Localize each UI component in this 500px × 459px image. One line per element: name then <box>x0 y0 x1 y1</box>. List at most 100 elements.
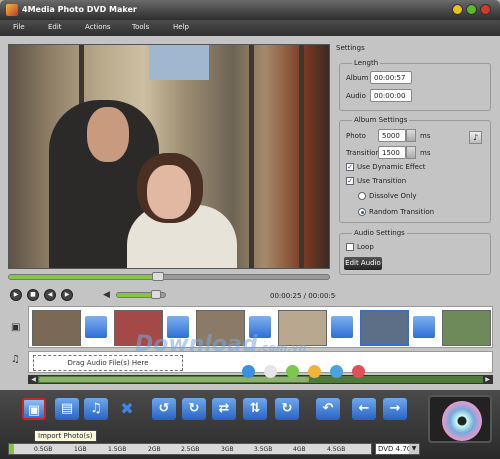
effect-dropdown-button[interactable]: ↻ <box>275 398 299 420</box>
loop-label: Loop <box>357 243 374 251</box>
audio-length-field[interactable]: 00:00:00 <box>370 89 412 102</box>
album-length-field[interactable]: 00:00:57 <box>370 71 412 84</box>
menu-actions[interactable]: Actions <box>85 23 111 31</box>
watermark-dot <box>242 365 255 378</box>
random-transition-label: Random Transition <box>369 208 435 216</box>
volume-icon: ◀ <box>103 290 110 300</box>
capacity-tick: 2.5GB <box>181 446 200 453</box>
move-left-button[interactable]: ← <box>352 398 376 420</box>
settings-panel: Settings Length Album 00:00:57 Audio 00:… <box>336 44 494 302</box>
dissolve-only-label: Dissolve Only <box>369 192 417 200</box>
disc-type-value: DVD 4.7G <box>378 445 413 453</box>
add-music-button[interactable]: ♫ <box>84 398 108 420</box>
window-title: 4Media Photo DVD Maker <box>22 5 137 14</box>
photo-woman-face <box>147 165 191 219</box>
capacity-tick: 3GB <box>221 446 234 453</box>
volume-slider[interactable] <box>116 290 166 299</box>
delete-icon[interactable]: ✖ <box>115 398 139 420</box>
menu-tools[interactable]: Tools <box>132 23 149 31</box>
watermark-dot <box>352 365 365 378</box>
settings-title: Settings <box>336 44 365 52</box>
burn-button[interactable] <box>428 395 492 443</box>
next-icon[interactable]: ▶ <box>61 289 73 301</box>
photo-sky <box>149 45 209 80</box>
minimize-button[interactable] <box>452 4 463 15</box>
dissolve-only-radio[interactable] <box>358 192 366 200</box>
photo-duration-stepper[interactable] <box>406 129 416 142</box>
maximize-button[interactable] <box>466 4 477 15</box>
flip-horizontal-button[interactable]: ⇄ <box>212 398 236 420</box>
dynamic-effect-checkbox[interactable]: ✓ <box>346 163 354 171</box>
transition-icon[interactable] <box>331 316 353 338</box>
photo-duration-label: Photo <box>346 132 366 140</box>
disc-capacity-bar: 0.5GB 1GB 1.5GB 2GB 2.5GB 3GB 3.5GB 4GB … <box>8 443 372 455</box>
add-folder-button[interactable]: ▤ <box>55 398 79 420</box>
import-photo-tooltip: Import Photo(s) <box>34 430 97 442</box>
length-group: Length Album 00:00:57 Audio 00:00:00 <box>339 59 491 111</box>
capacity-tick: 1GB <box>74 446 87 453</box>
length-title: Length <box>352 59 381 67</box>
import-photo-button[interactable]: ▣ <box>22 398 46 420</box>
play-icon[interactable]: ▶ <box>10 289 22 301</box>
rotate-right-button[interactable]: ↻ <box>182 398 206 420</box>
audio-length-label: Audio <box>346 92 366 100</box>
transition-icon[interactable] <box>85 316 107 338</box>
audio-track-icon: ♫ <box>11 354 20 365</box>
music-note-icon[interactable]: ♪ <box>469 131 482 144</box>
capacity-tick: 4GB <box>293 446 306 453</box>
watermark-dot <box>330 365 343 378</box>
capacity-tick: 4.5GB <box>327 446 346 453</box>
loop-checkbox[interactable] <box>346 243 354 251</box>
dvd-disc-icon <box>442 401 482 441</box>
edit-audio-button[interactable]: Edit Audio <box>344 257 382 270</box>
menu-file[interactable]: File <box>13 23 25 31</box>
seek-progress <box>9 275 153 279</box>
watermark-dot <box>308 365 321 378</box>
menu-help[interactable]: Help <box>173 23 189 31</box>
move-right-button[interactable]: → <box>383 398 407 420</box>
disc-type-select[interactable]: DVD 4.7G ▼ <box>375 443 420 455</box>
watermark: Download.com.vn <box>135 332 307 357</box>
photo-pole <box>249 45 254 268</box>
drag-audio-dropzone[interactable]: Drag Audio File(s) Here <box>33 355 183 371</box>
volume-handle[interactable] <box>151 290 161 299</box>
app-logo-icon <box>6 4 18 16</box>
photo-man-face <box>87 107 129 162</box>
watermark-text: Download <box>135 332 258 357</box>
transition-duration-field[interactable]: 1500 <box>378 146 406 159</box>
undo-button[interactable]: ↶ <box>316 398 340 420</box>
watermark-dot <box>286 365 299 378</box>
scroll-left-icon[interactable]: ◀ <box>29 376 38 383</box>
album-length-label: Album <box>346 74 369 82</box>
stop-icon[interactable]: ■ <box>27 289 39 301</box>
photo-duration-unit: ms <box>420 132 431 140</box>
seek-handle[interactable] <box>152 272 164 281</box>
capacity-used <box>9 444 15 454</box>
dynamic-effect-label: Use Dynamic Effect <box>357 163 426 171</box>
photo-thumbnail-selected[interactable] <box>360 310 409 346</box>
rotate-left-button[interactable]: ↺ <box>152 398 176 420</box>
watermark-dot <box>264 365 277 378</box>
photo-thumbnail[interactable] <box>32 310 81 346</box>
menu-bar: File Edit Actions Tools Help <box>0 20 500 36</box>
chevron-down-icon[interactable]: ▼ <box>409 444 419 454</box>
audio-settings-title: Audio Settings <box>352 229 407 237</box>
storyboard-scrollbar[interactable]: ◀ ▶ <box>28 375 493 384</box>
transition-duration-label: Transition <box>346 149 380 157</box>
close-button[interactable] <box>480 4 491 15</box>
transition-icon[interactable] <box>413 316 435 338</box>
capacity-tick: 0.5GB <box>34 446 53 453</box>
scroll-right-icon[interactable]: ▶ <box>483 376 492 383</box>
previous-icon[interactable]: ◀ <box>44 289 56 301</box>
photo-thumbnail[interactable] <box>442 310 491 346</box>
watermark-suffix: .com.vn <box>257 341 307 354</box>
use-transition-checkbox[interactable]: ✓ <box>346 177 354 185</box>
menu-edit[interactable]: Edit <box>48 23 62 31</box>
transition-duration-stepper[interactable] <box>406 146 416 159</box>
title-bar: 4Media Photo DVD Maker <box>0 0 500 20</box>
photo-duration-field[interactable]: 5000 <box>378 129 406 142</box>
random-transition-radio[interactable] <box>358 208 366 216</box>
capacity-tick: 3.5GB <box>254 446 273 453</box>
seek-bar[interactable] <box>8 272 330 281</box>
flip-vertical-button[interactable]: ⇅ <box>243 398 267 420</box>
